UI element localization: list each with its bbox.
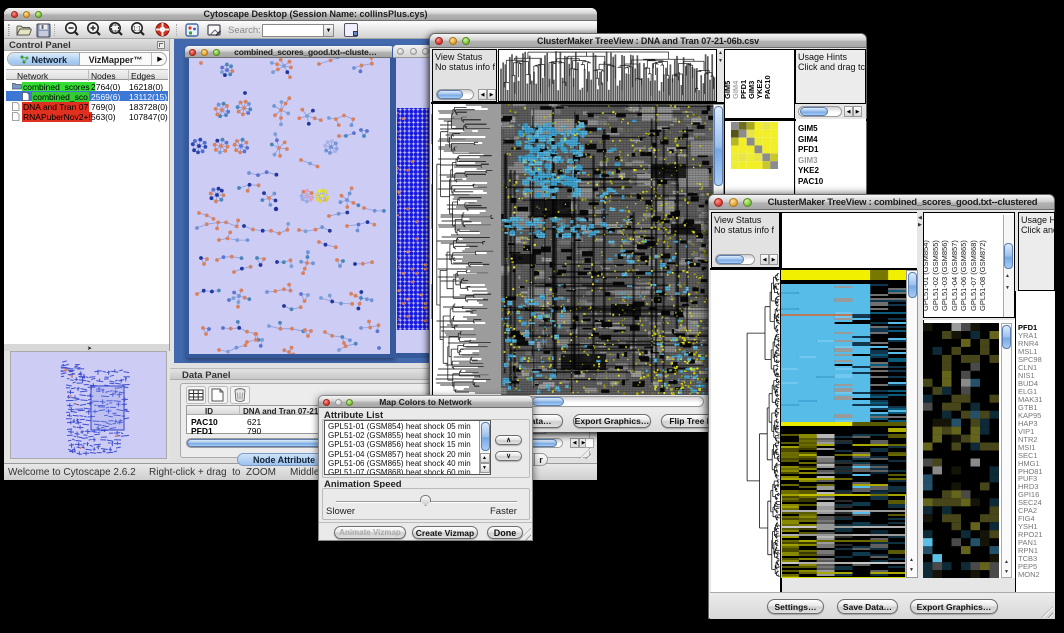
- svg-text:1:1: 1:1: [133, 27, 142, 33]
